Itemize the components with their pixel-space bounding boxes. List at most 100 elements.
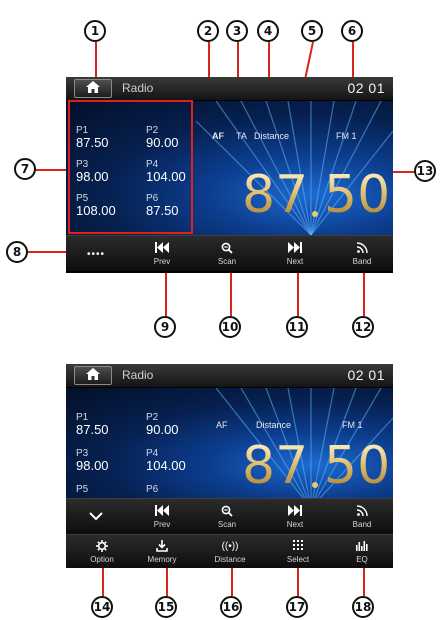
callout-15-line xyxy=(166,568,168,596)
callout-6: 6 xyxy=(341,20,363,42)
distance-indicator: Distance xyxy=(256,420,292,430)
band-label: Band xyxy=(352,520,372,529)
callout-2: 2 xyxy=(197,20,219,42)
scan-label: Scan xyxy=(217,520,237,529)
preset-frequency: 98.00 xyxy=(76,458,109,473)
chevron-down-icon xyxy=(89,511,103,524)
ta-indicator[interactable]: TA xyxy=(236,131,247,141)
skip-forward-icon xyxy=(288,242,302,255)
callout-16: 16 xyxy=(220,596,242,618)
prev-label: Prev xyxy=(153,520,171,529)
callout-7-line xyxy=(36,169,68,171)
callout-5: 5 xyxy=(301,20,323,42)
frequency-decimal: 50 xyxy=(324,165,391,225)
skip-back-icon xyxy=(155,242,169,255)
control-bar: Prev Scan Next Band xyxy=(66,498,393,534)
band-indicator: FM 1 xyxy=(336,131,357,141)
radio-screen-expanded: Radio 02 01 P1 87.50 P2 90.00 P3 98.00 P… xyxy=(66,364,393,568)
band-button[interactable]: Band xyxy=(332,499,392,535)
callout-6-line xyxy=(352,42,354,78)
af-indicator[interactable]: AF xyxy=(212,131,224,141)
title-bar: Radio 02 01 xyxy=(66,364,393,388)
equalizer-icon xyxy=(355,540,369,553)
gear-icon xyxy=(96,540,108,553)
callout-9-line xyxy=(165,272,167,316)
next-button[interactable]: Next xyxy=(265,499,325,535)
callout-12: 12 xyxy=(352,316,374,338)
select-button[interactable]: Select xyxy=(268,535,328,568)
prev-label: Prev xyxy=(153,257,171,266)
af-indicator[interactable]: AF xyxy=(216,420,228,430)
callout-1: 1 xyxy=(84,20,106,42)
control-bar: •••• Prev Scan Next Band xyxy=(66,235,393,271)
preset-frequency: 104.00 xyxy=(146,458,186,473)
frequency-dot xyxy=(312,482,318,488)
scan-button[interactable]: Scan xyxy=(197,499,257,535)
callout-18-line xyxy=(363,568,365,596)
download-icon xyxy=(156,540,168,553)
home-button[interactable] xyxy=(74,79,112,98)
clock: 02 01 xyxy=(347,80,385,96)
clock: 02 01 xyxy=(347,367,385,383)
memory-label: Memory xyxy=(147,555,177,564)
home-button[interactable] xyxy=(74,366,112,385)
preset-p2[interactable]: P2 90.00 xyxy=(146,412,179,437)
eq-label: EQ xyxy=(356,555,368,564)
callout-1-line xyxy=(95,42,97,78)
signal-icon xyxy=(356,505,368,518)
callout-16-line xyxy=(231,568,233,596)
signal-icon xyxy=(356,242,368,255)
preset-label: P5 xyxy=(76,484,89,495)
next-label: Next xyxy=(286,257,304,266)
callout-15: 15 xyxy=(155,596,177,618)
next-button[interactable]: Next xyxy=(265,236,325,272)
callout-8: 8 xyxy=(6,241,28,263)
callout-9: 9 xyxy=(154,316,176,338)
page-title: Radio xyxy=(122,81,154,95)
callout-3: 3 xyxy=(226,20,248,42)
collapse-button[interactable] xyxy=(66,499,126,535)
frequency-decimal: 50 xyxy=(324,436,391,496)
distance-button[interactable]: ((•)) Distance xyxy=(200,535,260,568)
callout-11-line xyxy=(297,272,299,316)
distance-label: Distance xyxy=(214,555,246,564)
band-indicator: FM 1 xyxy=(342,420,363,430)
preset-p4[interactable]: P4 104.00 xyxy=(146,448,186,473)
home-icon xyxy=(86,367,100,385)
scan-label: Scan xyxy=(217,257,237,266)
preset-highlight-box xyxy=(68,100,193,234)
preset-label: P6 xyxy=(146,484,159,495)
title-bar: Radio 02 01 xyxy=(66,77,393,101)
preset-p3[interactable]: P3 98.00 xyxy=(76,448,109,473)
prev-button[interactable]: Prev xyxy=(132,499,192,535)
preset-frequency: 90.00 xyxy=(146,422,179,437)
preset-p1[interactable]: P1 87.50 xyxy=(76,412,109,437)
scan-button[interactable]: Scan xyxy=(197,236,257,272)
more-button[interactable]: •••• xyxy=(66,236,126,272)
callout-10-line xyxy=(230,272,232,316)
memory-button[interactable]: Memory xyxy=(132,535,192,568)
callout-12-line xyxy=(363,272,365,316)
skip-forward-icon xyxy=(288,505,302,518)
skip-back-icon xyxy=(155,505,169,518)
callout-4: 4 xyxy=(257,20,279,42)
callout-14: 14 xyxy=(91,596,113,618)
preset-p5[interactable]: P5 xyxy=(76,484,88,495)
home-icon xyxy=(86,80,100,98)
next-label: Next xyxy=(286,520,304,529)
distance-indicator: Distance xyxy=(254,131,290,141)
extended-control-bar: Option Memory ((•)) Distance Select EQ xyxy=(66,534,393,568)
callout-17: 17 xyxy=(286,596,308,618)
preset-p6[interactable]: P6 xyxy=(146,484,158,495)
band-button[interactable]: Band xyxy=(332,236,392,272)
frequency-integer: 87 xyxy=(242,436,309,496)
band-label: Band xyxy=(352,257,372,266)
option-label: Option xyxy=(90,555,114,564)
prev-button[interactable]: Prev xyxy=(132,236,192,272)
option-button[interactable]: Option xyxy=(72,535,132,568)
grid-icon xyxy=(293,540,303,553)
eq-button[interactable]: EQ xyxy=(332,535,392,568)
callout-7: 7 xyxy=(14,158,36,180)
antenna-icon: ((•)) xyxy=(221,541,239,552)
preset-frequency: 87.50 xyxy=(76,422,109,437)
